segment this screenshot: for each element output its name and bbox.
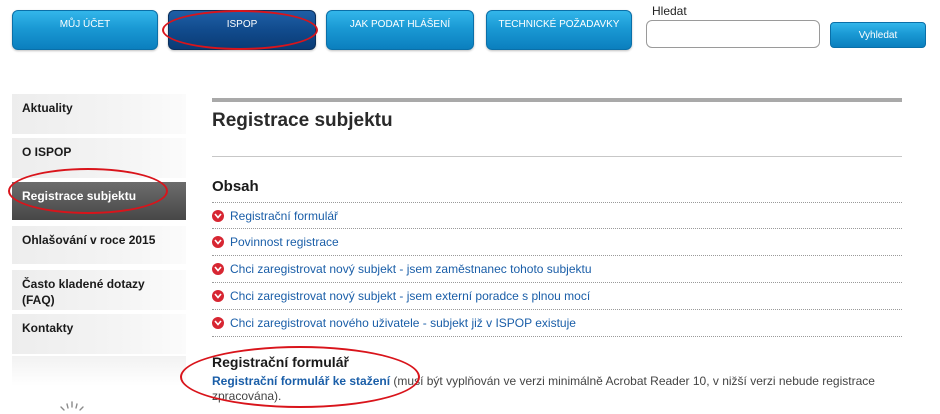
toc-item: Registrační formulář (212, 202, 902, 229)
loading-spinner-icon (60, 401, 84, 411)
toc-heading: Obsah (212, 178, 259, 195)
nav-ispop[interactable]: ISPOP (168, 10, 316, 50)
section-heading: Registrační formulář (212, 354, 349, 370)
chevron-down-bullet-icon (212, 236, 224, 248)
toc-list: Registrační formulář Povinnost registrac… (212, 202, 902, 337)
nav-my-account[interactable]: MŮJ ÚČET (12, 10, 158, 50)
search-label: Hledat (652, 4, 687, 18)
title-divider (212, 156, 902, 157)
toc-link-new-user-existing-subject[interactable]: Chci zaregistrovat nového uživatele - su… (230, 316, 576, 330)
top-navigation: MŮJ ÚČET ISPOP JAK PODAT HLÁŠENÍ TECHNIC… (0, 0, 940, 60)
nav-how-to-report[interactable]: JAK PODAT HLÁŠENÍ (326, 10, 474, 50)
sidebar-item-subject-registration[interactable]: Registrace subjektu (12, 182, 186, 220)
title-rule (212, 98, 902, 102)
chevron-down-bullet-icon (212, 209, 224, 222)
section-text: Registrační formulář ke stažení (musí bý… (212, 374, 902, 404)
search-button[interactable]: Vyhledat (830, 22, 926, 48)
toc-link-new-subject-external-advisor[interactable]: Chci zaregistrovat nový subjekt - jsem e… (230, 289, 590, 303)
toc-item: Chci zaregistrovat nový subjekt - jsem z… (212, 256, 902, 283)
search-input[interactable] (646, 20, 820, 48)
page-title: Registrace subjektu (212, 110, 393, 131)
toc-item: Chci zaregistrovat nového uživatele - su… (212, 310, 902, 337)
sidebar-item-about-ispop[interactable]: O ISPOP (12, 138, 186, 178)
toc-item: Chci zaregistrovat nový subjekt - jsem e… (212, 283, 902, 310)
chevron-down-bullet-icon (212, 290, 224, 302)
toc-item: Povinnost registrace (212, 229, 902, 256)
nav-technical-requirements[interactable]: TECHNICKÉ POŽADAVKY (486, 10, 632, 50)
toc-link-registration-obligation[interactable]: Povinnost registrace (230, 235, 339, 249)
chevron-down-bullet-icon (212, 317, 224, 329)
toc-link-new-subject-employee[interactable]: Chci zaregistrovat nový subjekt - jsem z… (230, 262, 592, 276)
sidebar-item-reporting-2015[interactable]: Ohlašování v roce 2015 (12, 226, 186, 264)
sidebar-fade (12, 356, 186, 386)
chevron-down-bullet-icon (212, 263, 224, 275)
toc-link-registration-form[interactable]: Registrační formulář (230, 209, 338, 223)
download-form-link[interactable]: Registrační formulář ke stažení (212, 374, 390, 388)
sidebar-item-contacts[interactable]: Kontakty (12, 314, 186, 354)
sidebar-item-faq[interactable]: Často kladené dotazy (FAQ) (12, 270, 186, 310)
sidebar-item-news[interactable]: Aktuality (12, 94, 186, 134)
